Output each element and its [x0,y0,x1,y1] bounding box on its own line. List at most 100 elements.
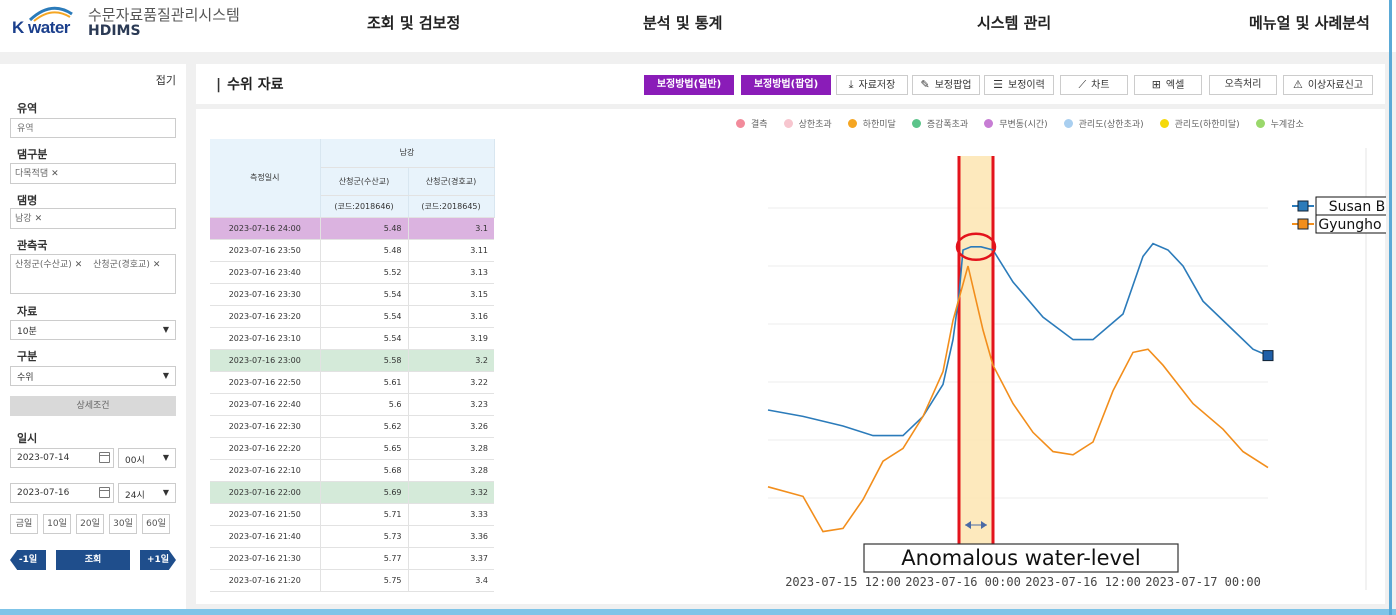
next-day-button[interactable]: +1일 [140,550,176,570]
kwater-logo[interactable]: K water [8,2,78,42]
end-hour-value: 24시 [125,491,145,501]
cell-time: 2023-07-16 21:30 [210,547,321,570]
excel-icon: ⊞ [1151,78,1161,91]
correction-history-button[interactable]: ☰ 보정이력 [984,75,1054,95]
table-row[interactable]: 2023-07-16 21:50 5.71 3.33 [210,503,494,526]
cell-gyungho: 3.19 [408,327,494,350]
cell-gyungho: 3.16 [408,305,494,328]
legend-label: 상한초과 [798,120,832,130]
data-interval-select[interactable]: 10분 ▼ [10,320,176,340]
cell-susan: 5.75 [320,569,409,592]
legend-label: 결측 [751,120,768,130]
legend-item: 상한초과 [783,117,832,130]
table-row[interactable]: 2023-07-16 22:50 5.61 3.22 [210,371,494,394]
dam-type-label: 댐구분 [17,148,48,161]
cell-susan: 5.73 [320,525,409,548]
save-data-button[interactable]: ⤓ 자료저장 [836,75,908,95]
cell-time: 2023-07-16 22:00 [210,481,321,504]
cell-time: 2023-07-16 21:50 [210,503,321,526]
col-a-code: (코드:2018646) [320,195,409,218]
table-row[interactable]: 2023-07-16 23:00 5.58 3.2 [210,349,494,372]
cell-susan: 5.54 [320,305,409,328]
calendar-icon[interactable] [99,452,110,463]
start-date-field[interactable]: 2023-07-14 [10,448,114,468]
cell-susan: 5.69 [320,481,409,504]
table-row[interactable]: 2023-07-16 24:00 5.48 3.1 [210,217,494,240]
table-row[interactable]: 2023-07-16 22:20 5.65 3.28 [210,437,494,460]
anomaly-highlight [959,156,993,556]
calendar-icon[interactable] [99,487,110,498]
dam-name-tag-label: 남강 [15,214,32,224]
series-end-marker [1262,350,1274,362]
remove-tag-icon[interactable]: ✕ [51,169,59,179]
cell-time: 2023-07-16 23:40 [210,261,321,284]
prev-day-button[interactable]: -1일 [10,550,46,570]
category-select[interactable]: 수위 ▼ [10,366,176,386]
dam-name-select[interactable]: 남강 ✕ [10,208,176,229]
title-bar-marker: | [216,77,222,93]
table-row[interactable]: 2023-07-16 22:30 5.62 3.26 [210,415,494,438]
legend-item: 무변동(시간) [984,117,1048,130]
nav-query-correction[interactable]: 조회 및 검보정 [367,12,460,33]
nav-analysis-stats[interactable]: 분석 및 통계 [643,12,722,33]
table-row[interactable]: 2023-07-16 23:40 5.52 3.13 [210,261,494,284]
legend-label: 하한미달 [862,120,896,130]
remove-tag-icon[interactable]: ✕ [153,260,161,270]
legend-dot-icon [1159,119,1169,128]
basin-input[interactable] [10,118,176,138]
table-row[interactable]: 2023-07-16 23:50 5.48 3.11 [210,239,494,262]
vertical-scrollbar[interactable] [1389,0,1392,615]
table-row[interactable]: 2023-07-16 22:40 5.6 3.23 [210,393,494,416]
table-row[interactable]: 2023-07-16 21:30 5.77 3.37 [210,547,494,570]
cell-gyungho: 3.1 [408,217,494,240]
chevron-down-icon: ▼ [162,488,169,497]
edit-icon: ✎ [920,78,930,91]
top-header: K water 수문자료품질관리시스템 HDIMS 조회 및 검보정 분석 및 … [0,0,1396,52]
chart-button[interactable]: ⟋ 차트 [1060,75,1128,95]
category-value: 수위 [17,373,34,383]
legend-label: 누계감소 [1270,120,1304,130]
table-row[interactable]: 2023-07-16 23:30 5.54 3.15 [210,283,494,306]
cell-susan: 5.54 [320,283,409,306]
quick-30day-button[interactable]: 30일 [109,514,137,534]
quick-10day-button[interactable]: 10일 [43,514,71,534]
excel-button[interactable]: ⊞ 엑셀 [1134,75,1202,95]
start-hour-select[interactable]: 00시 ▼ [118,448,176,468]
x-tick-label: 2023-07-16 12:00 [1025,575,1141,589]
station-label: 관측국 [17,239,48,252]
station-tag-label: 산청군(경호교) [93,260,150,270]
legend-label: 무변동(시간) [999,120,1048,130]
report-anomaly-button[interactable]: ⚠ 이상자료신고 [1283,75,1373,95]
query-button[interactable]: 조회 [56,550,130,570]
table-row[interactable]: 2023-07-16 21:20 5.75 3.4 [210,569,494,592]
remove-tag-icon[interactable]: ✕ [35,214,43,224]
end-date-field[interactable]: 2023-07-16 [10,483,114,503]
nav-system-management[interactable]: 시스템 관리 [977,12,1051,33]
end-hour-select[interactable]: 24시 ▼ [118,483,176,503]
station-select[interactable]: 산청군(수산교) ✕ 산청군(경호교) ✕ [10,254,176,294]
detail-conditions-button[interactable]: 상세조건 [10,396,176,416]
quick-today-button[interactable]: 금일 [10,514,38,534]
cell-gyungho: 3.11 [408,239,494,262]
correction-general-button[interactable]: 보정방법(일반) [644,75,734,95]
table-row[interactable]: 2023-07-16 22:00 5.69 3.32 [210,481,494,504]
table-row[interactable]: 2023-07-16 22:10 5.68 3.28 [210,459,494,482]
mismeasure-button[interactable]: 오측처리 [1209,75,1277,95]
fold-button[interactable]: 접기 [156,72,176,88]
correction-popup-label: 보정팝업 [934,80,972,91]
table-row[interactable]: 2023-07-16 23:20 5.54 3.16 [210,305,494,328]
dam-type-select[interactable]: 다목적댐 ✕ [10,163,176,184]
datetime-label: 일시 [17,432,38,445]
table-row[interactable]: 2023-07-16 23:10 5.54 3.19 [210,327,494,350]
remove-tag-icon[interactable]: ✕ [75,260,83,270]
correction-popup-button[interactable]: 보정방법(팝업) [741,75,831,95]
quick-60day-button[interactable]: 60일 [142,514,170,534]
chart-icon: ⟋ [1078,78,1087,91]
table-row[interactable]: 2023-07-16 21:40 5.73 3.36 [210,525,494,548]
cell-gyungho: 3.28 [408,437,494,460]
system-abbr: HDIMS [88,23,141,39]
correction-popup-open-button[interactable]: ✎ 보정팝업 [912,75,980,95]
legend-item: 관리도(하한미달) [1159,117,1240,130]
quick-20day-button[interactable]: 20일 [76,514,104,534]
nav-manual-cases[interactable]: 메뉴얼 및 사례분석 [1249,12,1370,33]
